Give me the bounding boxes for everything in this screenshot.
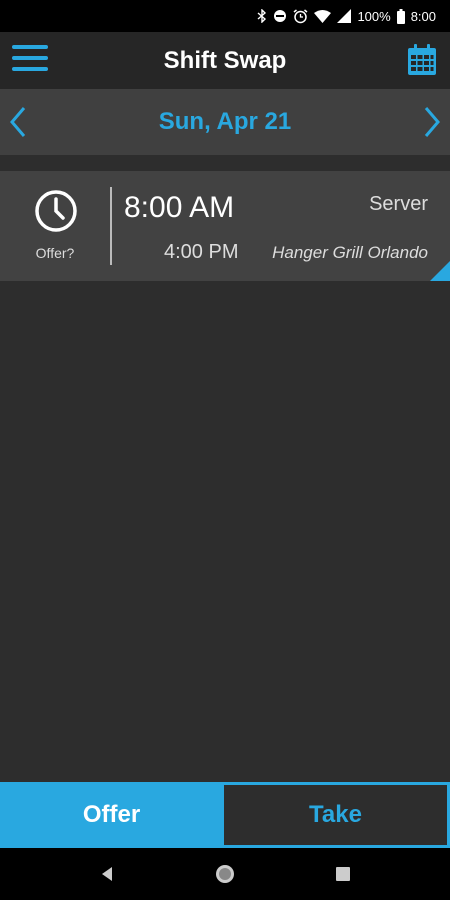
alarm-icon: [293, 8, 308, 24]
calendar-icon[interactable]: [406, 43, 438, 77]
shift-role: Server: [369, 193, 428, 215]
system-nav-bar: [0, 848, 450, 900]
shift-card[interactable]: Offer? 8:00 AM 4:00 PM Server Hanger Gri…: [0, 171, 450, 281]
shift-start-time: 8:00 AM: [124, 191, 235, 224]
back-icon[interactable]: [100, 866, 114, 882]
shift-end-time: 4:00 PM: [164, 241, 239, 263]
shift-location: Hanger Grill Orlando: [272, 243, 428, 262]
divider: [110, 187, 112, 265]
page-title: Shift Swap: [163, 46, 287, 74]
hamburger-menu-icon[interactable]: [12, 45, 48, 75]
chevron-left-icon[interactable]: [6, 104, 30, 140]
status-bar: 100% 8:00: [0, 0, 450, 32]
battery-percent: 100%: [357, 8, 391, 24]
status-time: 8:00: [410, 8, 436, 24]
wifi-icon: [314, 9, 332, 23]
offer-label: Offer?: [35, 245, 75, 261]
tab-take[interactable]: Take: [223, 784, 448, 846]
recents-icon[interactable]: [336, 867, 350, 881]
cell-signal-icon: [337, 9, 352, 23]
tab-offer[interactable]: Offer: [0, 782, 223, 848]
bluetooth-icon: [257, 9, 267, 23]
home-icon[interactable]: [214, 863, 236, 885]
corner-indicator: [430, 261, 450, 281]
tab-bar: Offer Take: [0, 782, 450, 848]
offer-toggle[interactable]: Offer?: [0, 171, 110, 281]
battery-icon: [396, 8, 405, 24]
app-bar: Shift Swap: [0, 32, 450, 89]
date-navigator: Sun, Apr 21: [0, 89, 450, 155]
do-not-disturb-icon: [273, 9, 287, 23]
clock-icon: [34, 189, 78, 233]
chevron-right-icon[interactable]: [420, 104, 444, 140]
current-date[interactable]: Sun, Apr 21: [159, 108, 291, 136]
